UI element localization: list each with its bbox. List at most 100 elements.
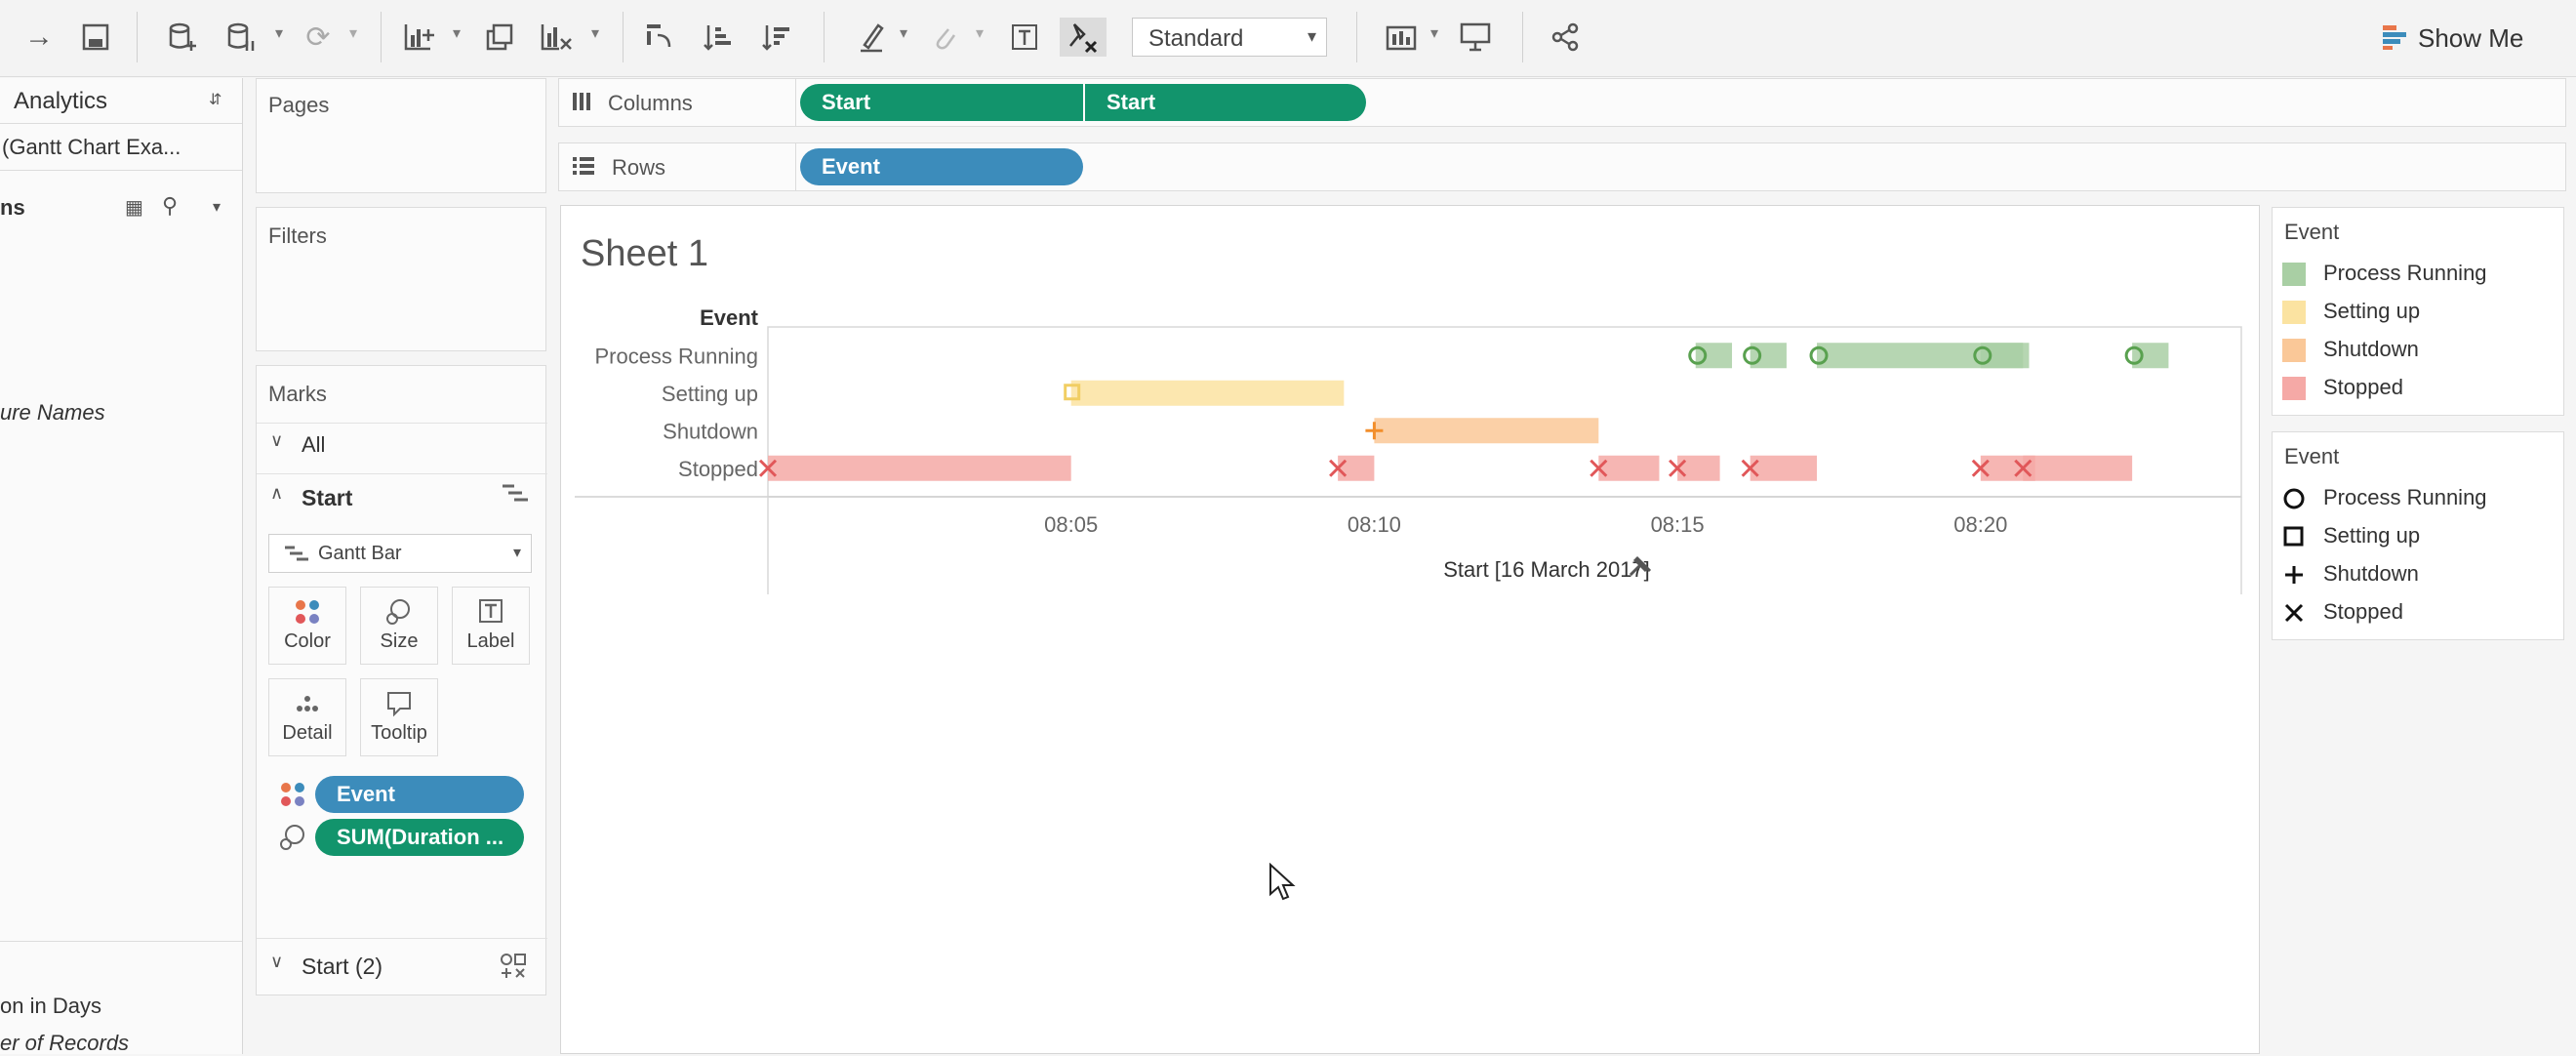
view-grid-icon[interactable]: ▦	[125, 195, 143, 220]
label-label: Label	[466, 630, 515, 652]
data-pane: Analytics ⇵ (Gantt Chart Exa... ns ▦ ⚲ ▾…	[0, 78, 243, 1056]
swap-rows-columns-icon[interactable]	[640, 18, 679, 57]
marks-title: Marks	[268, 382, 327, 406]
sort-descending-icon[interactable]	[757, 18, 796, 57]
chevron-down-icon[interactable]: ▾	[1430, 23, 1438, 43]
paperclip-icon[interactable]	[925, 18, 964, 57]
fit-dropdown[interactable]: Standard ▾	[1132, 18, 1327, 57]
gantt-chart: Event Process Running Setting up Shutdown St…	[575, 305, 2242, 594]
detail-button[interactable]: Detail	[268, 678, 346, 756]
x-axis-title[interactable]: Start [16 March 2017]	[1443, 557, 1650, 582]
color-legend-label: Stopped	[2323, 375, 2403, 399]
shape-legend-title: Event	[2284, 444, 2340, 468]
dimensions-header: ns	[0, 195, 25, 220]
text-label-icon[interactable]	[1005, 18, 1044, 57]
gantt-bar[interactable]	[1598, 455, 1660, 481]
gantt-bar[interactable]	[2023, 455, 2133, 481]
marks-start2-label[interactable]: Start (2)	[302, 954, 382, 980]
analytics-tab-bar: Analytics ⇵	[0, 78, 242, 124]
plus-icon	[2282, 563, 2306, 587]
gantt-bar[interactable]	[1980, 343, 2030, 369]
marks-all-label[interactable]: All	[302, 432, 325, 458]
gantt-bar[interactable]	[1677, 455, 1720, 481]
gantt-bar[interactable]	[2132, 343, 2169, 369]
pages-title: Pages	[268, 93, 330, 117]
color-swatch	[2282, 377, 2306, 400]
detail-label: Detail	[282, 722, 333, 744]
search-icon[interactable]: ⚲	[162, 193, 178, 219]
size-button[interactable]: Size	[360, 587, 438, 665]
shape-legend-label: Stopped	[2323, 599, 2403, 624]
marks-start-label[interactable]: Start	[302, 485, 352, 511]
row-label[interactable]: Process Running	[594, 344, 758, 368]
fix-axes-icon[interactable]	[1060, 18, 1107, 57]
chevron-down-icon[interactable]: ▾	[453, 23, 461, 43]
label-button[interactable]: Label	[452, 587, 530, 665]
event-color-pill[interactable]: Event	[315, 776, 524, 813]
mark-type-dropdown[interactable]: Gantt Bar ▾	[268, 534, 532, 573]
save-icon[interactable]	[76, 18, 115, 57]
x-tick-label: 08:20	[1953, 512, 2007, 537]
color-swatch	[2282, 263, 2306, 286]
chevron-down-icon[interactable]: ▾	[591, 23, 599, 43]
detail-icon	[269, 689, 345, 720]
gantt-bar[interactable]	[1695, 343, 1733, 369]
columns-pill-start-1[interactable]: Start	[800, 84, 1083, 121]
redo-icon[interactable]: →	[20, 18, 59, 57]
pages-card[interactable]: Pages	[256, 78, 546, 193]
chevron-down-icon[interactable]: ▾	[213, 197, 221, 217]
mouse-cursor-icon	[1269, 863, 1296, 901]
chevron-down-icon[interactable]: ▾	[976, 23, 984, 43]
marks-card: Marks ∨ All ∧ Start Gantt Bar ▾ Color Si…	[256, 365, 547, 995]
rows-pill-event[interactable]: Event	[800, 148, 1083, 185]
clear-sheet-icon[interactable]	[537, 18, 576, 57]
chevron-down-icon[interactable]: ▾	[275, 23, 283, 43]
highlight-icon[interactable]	[853, 18, 892, 57]
number-of-records-field[interactable]: er of Records	[0, 1031, 129, 1056]
gantt-bar[interactable]	[1070, 380, 1345, 406]
sort-ascending-icon[interactable]	[699, 18, 738, 57]
new-worksheet-icon[interactable]	[400, 18, 439, 57]
filters-card[interactable]: Filters	[256, 207, 546, 351]
x-tick-label: 08:05	[1044, 512, 1098, 537]
chevron-up-icon[interactable]: ∧	[270, 483, 283, 504]
show-me-icon	[2383, 25, 2406, 50]
measure-names-field[interactable]: ure Names	[0, 400, 105, 426]
x-tick-label: 08:15	[1651, 512, 1705, 537]
tooltip-button[interactable]: Tooltip	[360, 678, 438, 756]
duration-field[interactable]: on in Days	[0, 994, 101, 1019]
presentation-mode-icon[interactable]	[1456, 18, 1495, 57]
analytics-tab[interactable]: Analytics	[14, 88, 107, 115]
gantt-bar[interactable]	[1750, 455, 1818, 481]
chevron-down-icon[interactable]: ∨	[270, 430, 283, 451]
row-label[interactable]: Setting up	[662, 382, 758, 406]
mark-type-value: Gantt Bar	[318, 543, 402, 564]
color-button[interactable]: Color	[268, 587, 346, 665]
gantt-bar[interactable]	[1338, 455, 1375, 481]
chevron-down-icon[interactable]: ▾	[900, 23, 907, 43]
refresh-icon[interactable]: ⟳	[299, 18, 338, 57]
share-icon[interactable]	[1546, 18, 1585, 57]
row-label[interactable]: Shutdown	[663, 419, 758, 443]
filters-title: Filters	[268, 223, 327, 248]
show-cards-icon[interactable]	[1382, 18, 1421, 57]
datasource-name: (Gantt Chart Exa...	[2, 135, 181, 159]
circle-icon	[2282, 487, 2306, 510]
size-label: Size	[380, 630, 419, 652]
size-icon	[361, 597, 437, 629]
chevron-down-icon[interactable]: ∨	[270, 952, 283, 972]
duplicate-sheet-icon[interactable]	[480, 18, 519, 57]
columns-pill-start-2[interactable]: Start	[1085, 84, 1366, 121]
gantt-bar[interactable]	[1750, 343, 1787, 369]
gantt-bar[interactable]	[1374, 418, 1599, 444]
gantt-bar[interactable]	[768, 455, 1071, 481]
duration-size-pill[interactable]: SUM(Duration ...	[315, 819, 524, 856]
row-label[interactable]: Stopped	[678, 457, 758, 481]
sort-toggle-icon[interactable]: ⇵	[209, 90, 221, 109]
chevron-down-icon[interactable]: ▾	[349, 23, 357, 43]
x-tick-label: 08:10	[1348, 512, 1401, 537]
color-swatch	[2282, 339, 2306, 362]
new-datasource-icon[interactable]	[164, 18, 203, 57]
pause-updates-icon[interactable]	[222, 18, 262, 57]
datasource-row[interactable]: (Gantt Chart Exa...	[0, 123, 242, 171]
